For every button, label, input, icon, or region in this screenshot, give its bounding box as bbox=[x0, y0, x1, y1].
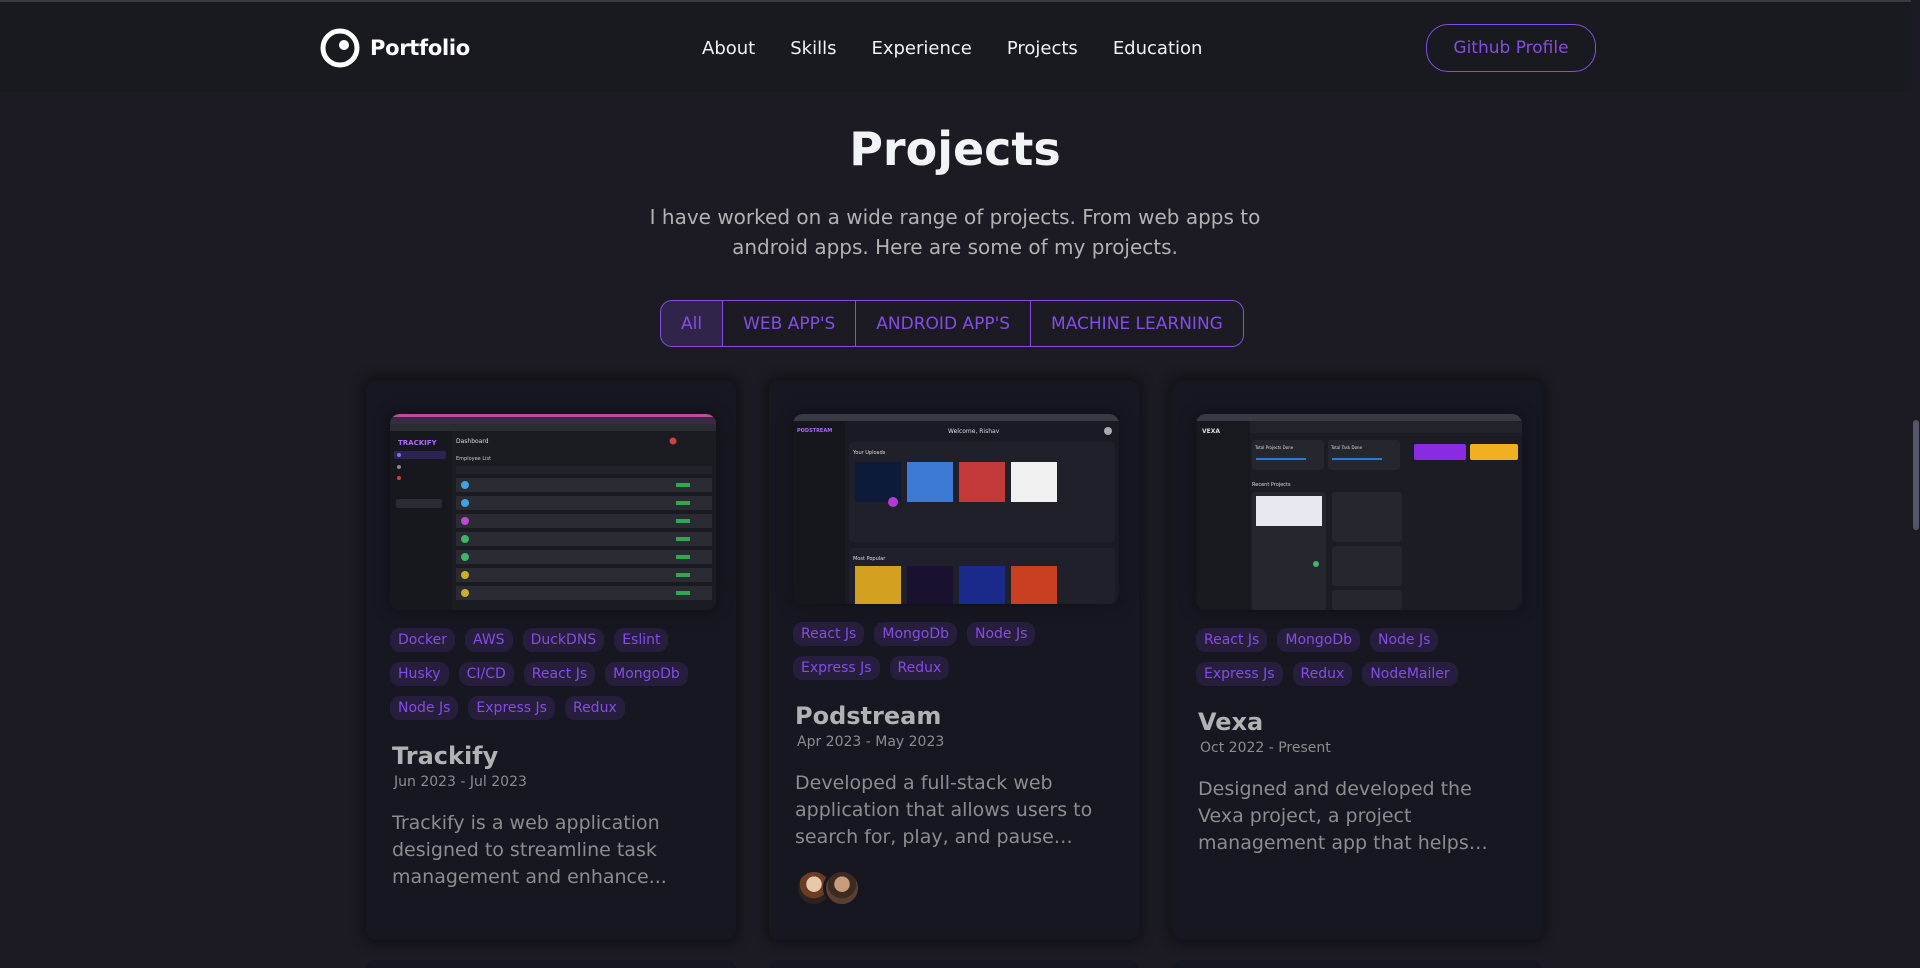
member-avatar[interactable] bbox=[823, 869, 861, 907]
project-card-trackify[interactable]: TRACKIFY Dashboard Employee List Docker … bbox=[366, 380, 736, 940]
tag: AWS bbox=[465, 628, 513, 652]
section-description: I have worked on a wide range of project… bbox=[649, 205, 1261, 259]
tag: Redux bbox=[1292, 662, 1353, 686]
tag: React Js bbox=[793, 622, 865, 646]
tag: Node Js bbox=[1370, 628, 1439, 652]
logo-text: Portfolio bbox=[370, 36, 470, 60]
tag: React Js bbox=[523, 662, 596, 686]
tag: NodeMailer bbox=[1362, 662, 1458, 686]
tag: Husky bbox=[390, 662, 449, 686]
tag-list: React Js MongoDb Node Js Express Js Redu… bbox=[793, 622, 1115, 682]
tag: Node Js bbox=[390, 696, 459, 720]
filter-android-apps[interactable]: ANDROID APP'S bbox=[856, 301, 1032, 346]
tag: MongoDb bbox=[874, 622, 957, 646]
tag: React Js bbox=[1196, 628, 1268, 652]
vexa-shot-subheading: Recent Projects bbox=[1252, 482, 1291, 488]
filter-machine-learning[interactable]: MACHINE LEARNING bbox=[1031, 301, 1243, 346]
trackify-shot-brand: TRACKIFY bbox=[398, 439, 438, 447]
tag: Redux bbox=[564, 696, 625, 720]
scrollbar-thumb[interactable] bbox=[1913, 420, 1919, 530]
project-card-vexa[interactable]: VEXA Total Projects Done Total Task Done… bbox=[1172, 380, 1542, 940]
nav-link-experience[interactable]: Experience bbox=[871, 38, 971, 59]
tag: Eslint bbox=[614, 628, 669, 652]
vexa-shot-heading: Total Projects Done bbox=[1254, 445, 1294, 450]
project-date: Jun 2023 - Jul 2023 bbox=[394, 774, 527, 790]
project-title: Trackify bbox=[392, 742, 499, 770]
project-card-next[interactable] bbox=[1172, 960, 1542, 968]
logo-link[interactable]: Portfolio bbox=[320, 28, 470, 68]
podstream-shot-subheading-2: Most Popular bbox=[853, 556, 886, 562]
vexa-shot-heading-2: Total Task Done bbox=[1330, 445, 1363, 450]
project-card-next[interactable] bbox=[366, 960, 736, 968]
project-filter-toggle: All WEB APP'S ANDROID APP'S MACHINE LEAR… bbox=[660, 300, 1244, 347]
tag: CI/CD bbox=[458, 662, 514, 686]
project-card-next[interactable] bbox=[769, 960, 1139, 968]
vexa-shot-brand: VEXA bbox=[1202, 428, 1220, 435]
project-image-vexa: VEXA Total Projects Done Total Task Done… bbox=[1196, 414, 1522, 610]
scrollbar-track[interactable] bbox=[1911, 0, 1920, 968]
project-date: Apr 2023 - May 2023 bbox=[797, 734, 945, 750]
tag: Express Js bbox=[468, 696, 555, 720]
nav-link-about[interactable]: About bbox=[702, 38, 755, 59]
project-description: Trackify is a web application designed t… bbox=[392, 812, 667, 888]
tag: Node Js bbox=[967, 622, 1036, 646]
trackify-shot-subheading: Employee List bbox=[456, 456, 491, 462]
podstream-shot-brand: PODSTREAM bbox=[797, 428, 832, 434]
tag: DuckDNS bbox=[522, 628, 605, 652]
github-profile-button[interactable]: Github Profile bbox=[1426, 24, 1596, 72]
project-description: Developed a full-stack web application t… bbox=[795, 772, 1093, 848]
project-members bbox=[793, 869, 1115, 907]
nav-link-education[interactable]: Education bbox=[1113, 38, 1203, 59]
tag: MongoDb bbox=[605, 662, 688, 686]
navbar: Portfolio About Skills Experience Projec… bbox=[0, 0, 1920, 92]
tag: Docker bbox=[390, 628, 456, 652]
podstream-shot-subheading: Your Uploads bbox=[852, 450, 886, 456]
project-description: Designed and developed the Vexa project,… bbox=[1198, 778, 1472, 854]
filter-web-apps[interactable]: WEB APP'S bbox=[723, 301, 857, 346]
nav-link-skills[interactable]: Skills bbox=[790, 38, 836, 59]
project-title: Podstream bbox=[795, 702, 942, 730]
tag-list: Docker AWS DuckDNS Eslint Husky CI/CD Re… bbox=[390, 628, 712, 722]
nav-links: About Skills Experience Projects Educati… bbox=[702, 38, 1237, 59]
tag-list: React Js MongoDb Node Js Express Js Redu… bbox=[1196, 628, 1518, 688]
tag: Express Js bbox=[1196, 662, 1283, 686]
project-image-trackify: TRACKIFY Dashboard Employee List bbox=[390, 414, 716, 610]
project-date: Oct 2022 - Present bbox=[1200, 740, 1331, 756]
project-title: Vexa bbox=[1198, 708, 1264, 736]
tag: Redux bbox=[889, 656, 950, 680]
tag: MongoDb bbox=[1277, 628, 1360, 652]
podstream-shot-heading: Welcome, Rishav bbox=[948, 428, 1000, 435]
nav-link-projects[interactable]: Projects bbox=[1007, 38, 1078, 59]
filter-all[interactable]: All bbox=[661, 301, 724, 346]
section-title: Projects bbox=[849, 122, 1061, 176]
project-card-podstream[interactable]: PODSTREAM Welcome, Rishav Your Uploads M… bbox=[769, 380, 1139, 940]
tag: Express Js bbox=[793, 656, 880, 680]
portfolio-logo-icon bbox=[320, 28, 360, 68]
trackify-shot-heading: Dashboard bbox=[456, 438, 489, 445]
project-image-podstream: PODSTREAM Welcome, Rishav Your Uploads M… bbox=[793, 414, 1119, 604]
